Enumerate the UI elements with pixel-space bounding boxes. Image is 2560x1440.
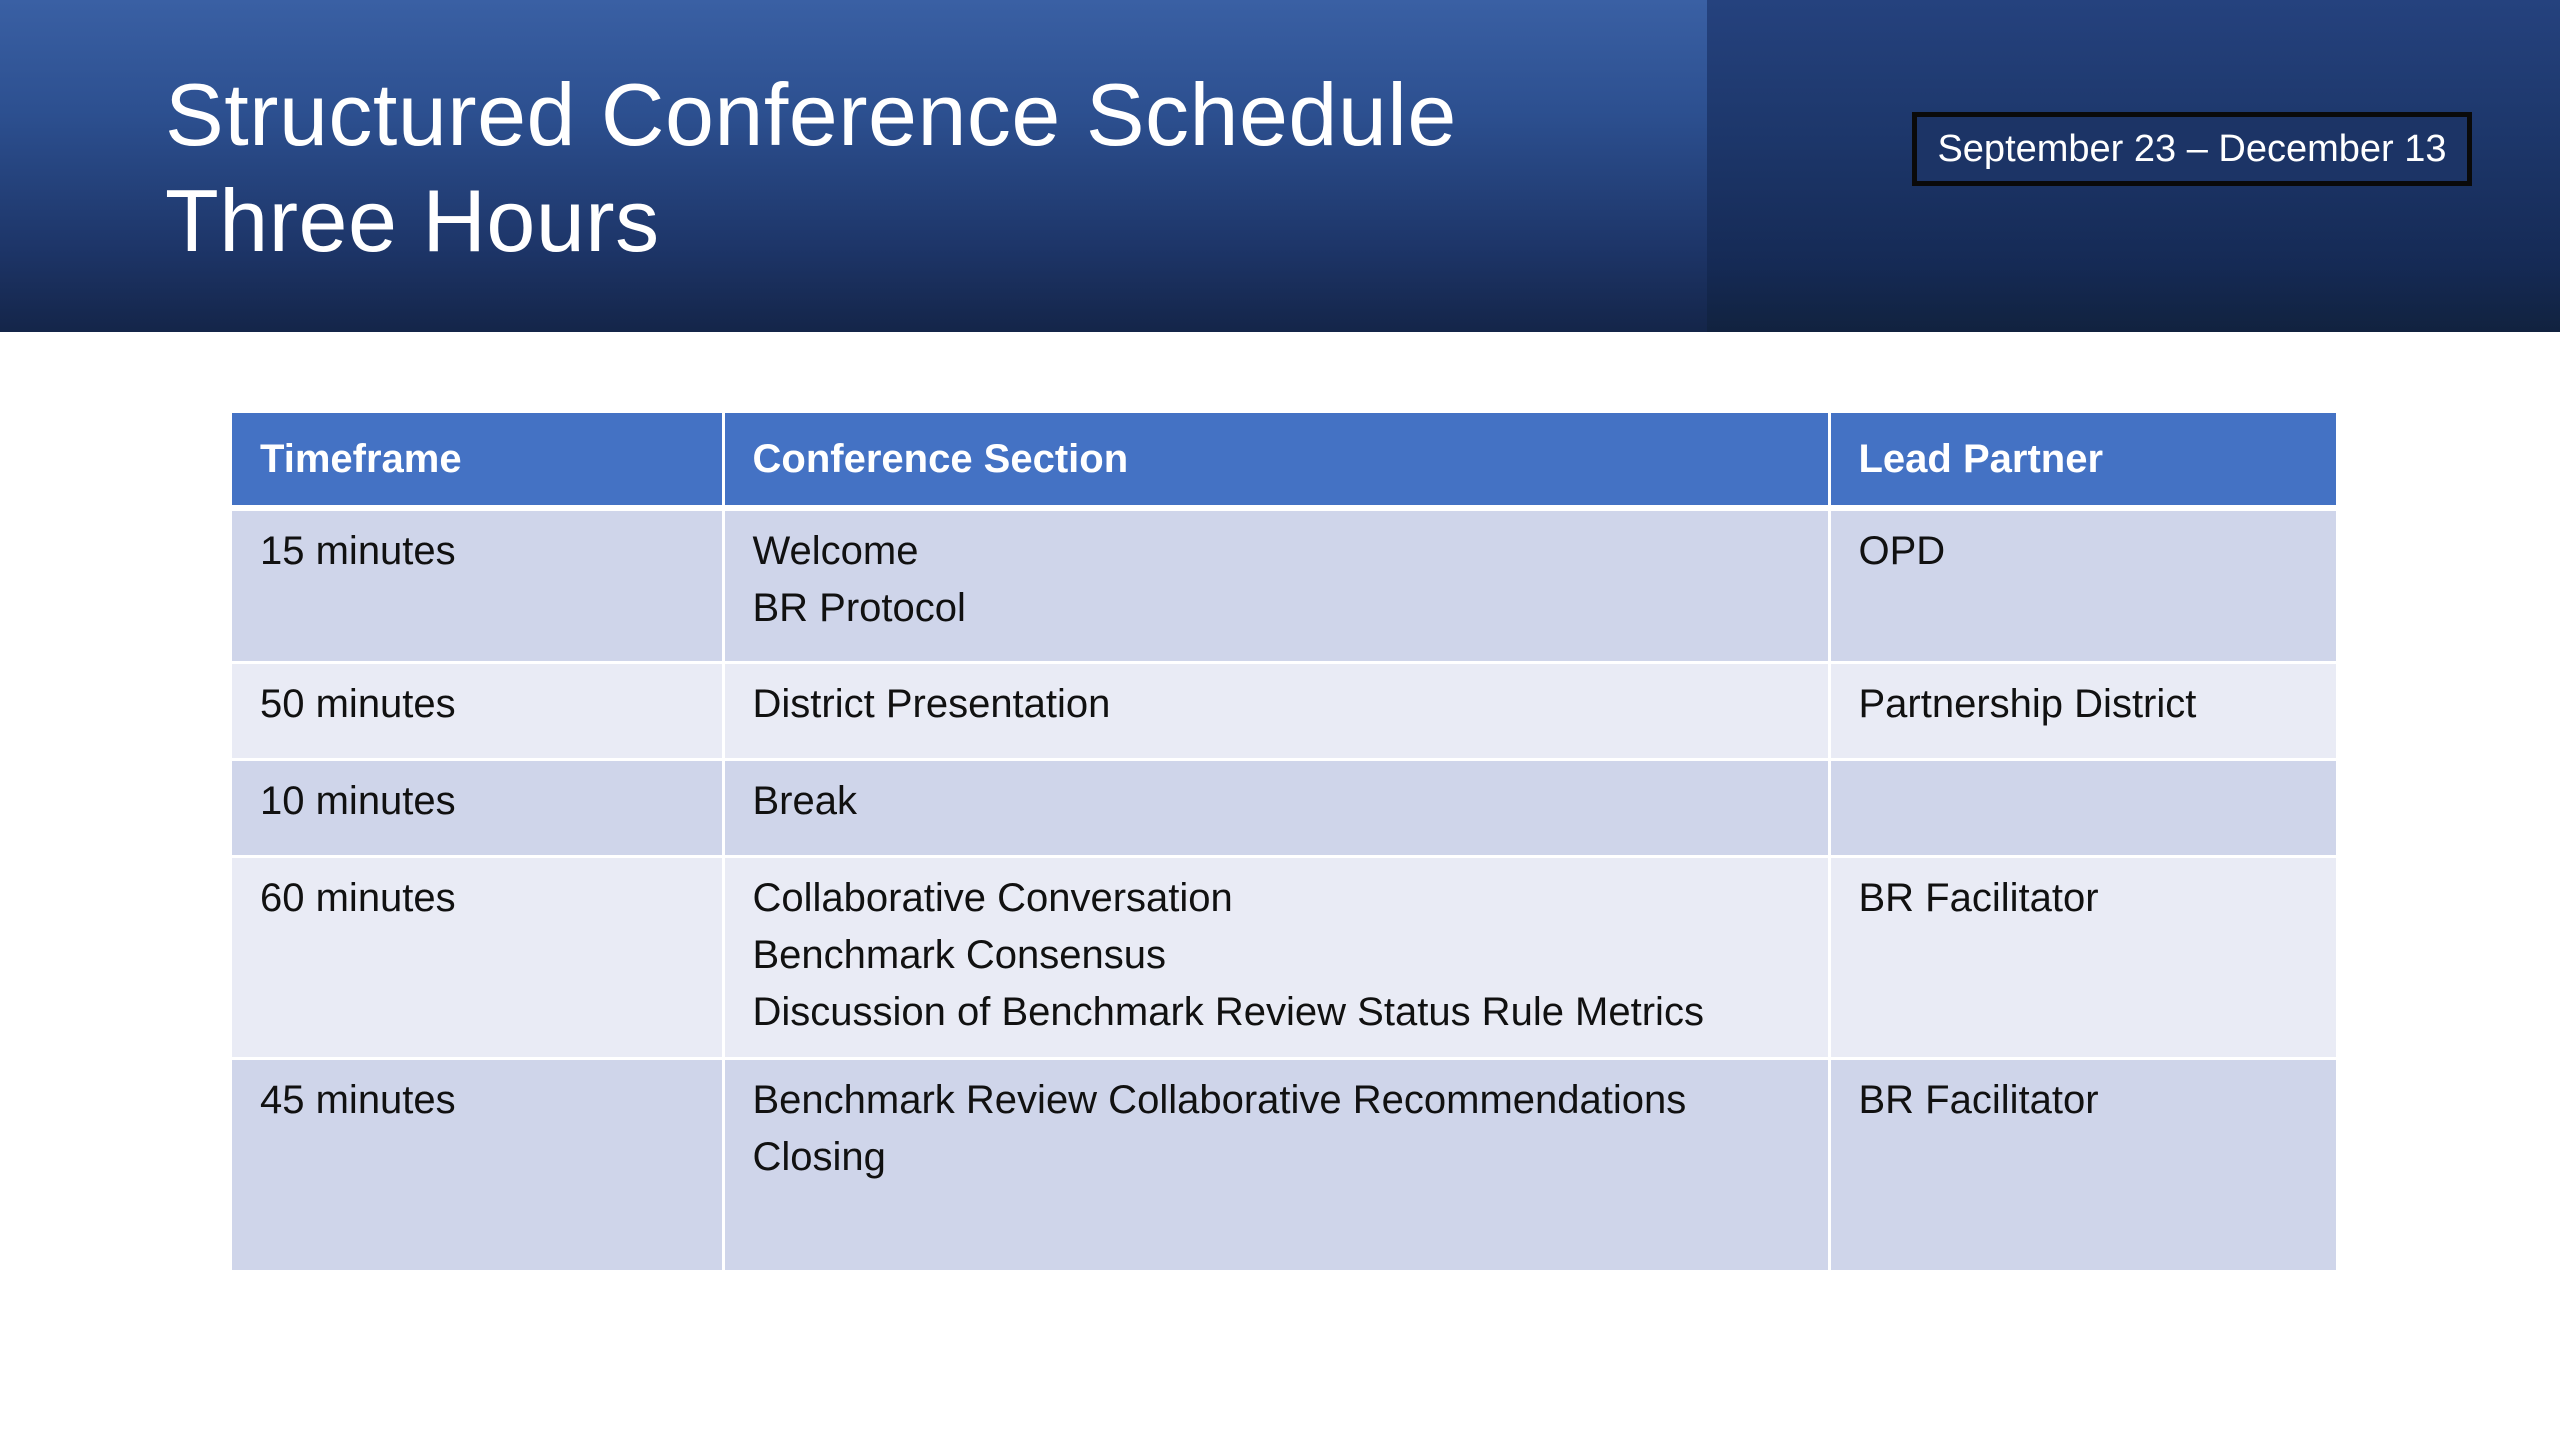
- lead-partner-cell: BR Facilitator: [1827, 854, 2336, 1058]
- section-line: Collaborative Conversation: [752, 875, 1233, 920]
- table-row: 60 minutes Collaborative Conversation Be…: [232, 854, 2336, 1058]
- section-cell: District Presentation: [721, 660, 1829, 759]
- schedule-table: Timeframe Conference Section Lead Partne…: [232, 413, 2336, 1270]
- title-line-1: Structured Conference Schedule: [165, 65, 1457, 164]
- lead-partner-cell: Partnership District: [1827, 660, 2336, 759]
- lead-partner-cell: BR Facilitator: [1827, 1056, 2336, 1270]
- section-line: Break: [752, 778, 858, 823]
- lead-partner-cell: OPD: [1827, 508, 2336, 662]
- table-header-row: Timeframe Conference Section Lead Partne…: [232, 413, 2336, 511]
- timeframe-cell: 45 minutes: [232, 1056, 723, 1270]
- slide: Structured Conference Schedule Three Hou…: [0, 0, 2560, 1440]
- header-timeframe: Timeframe: [232, 413, 723, 511]
- timeframe-cell: 60 minutes: [232, 854, 723, 1058]
- section-cell: Welcome BR Protocol: [721, 508, 1829, 662]
- header-lead-partner: Lead Partner: [1827, 413, 2336, 511]
- table-row: 50 minutes District Presentation Partner…: [232, 660, 2336, 759]
- section-line: Closing: [752, 1134, 886, 1179]
- slide-title: Structured Conference Schedule Three Hou…: [165, 62, 1457, 274]
- section-cell: Benchmark Review Collaborative Recommend…: [721, 1056, 1829, 1270]
- lead-partner-cell: [1827, 757, 2336, 856]
- timeframe-cell: 50 minutes: [232, 660, 723, 759]
- section-line: Benchmark Review Collaborative Recommend…: [752, 1077, 1687, 1122]
- table-row: 10 minutes Break: [232, 757, 2336, 856]
- table-row: 15 minutes Welcome BR Protocol OPD: [232, 508, 2336, 662]
- title-line-2: Three Hours: [165, 171, 660, 270]
- section-line: Welcome: [752, 529, 919, 573]
- table-row: 45 minutes Benchmark Review Collaborativ…: [232, 1056, 2336, 1270]
- title-banner: Structured Conference Schedule Three Hou…: [0, 0, 2560, 332]
- section-line: District Presentation: [752, 681, 1111, 726]
- section-line: BR Protocol: [752, 586, 966, 630]
- section-line: Benchmark Consensus: [752, 932, 1167, 977]
- timeframe-cell: 15 minutes: [232, 508, 723, 662]
- timeframe-cell: 10 minutes: [232, 757, 723, 856]
- section-cell: Break: [721, 757, 1829, 856]
- header-conference-section: Conference Section: [721, 413, 1829, 511]
- section-line: Discussion of Benchmark Review Status Ru…: [752, 989, 1704, 1034]
- section-cell: Collaborative Conversation Benchmark Con…: [721, 854, 1829, 1058]
- date-range-badge: September 23 – December 13: [1912, 112, 2472, 186]
